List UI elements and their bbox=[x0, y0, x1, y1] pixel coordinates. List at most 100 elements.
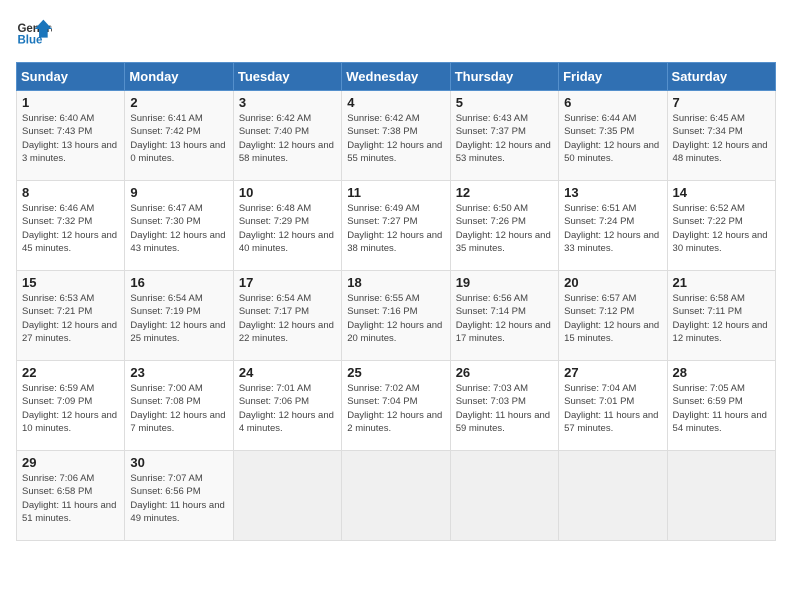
col-header-friday: Friday bbox=[559, 63, 667, 91]
calendar-cell: 11 Sunrise: 6:49 AM Sunset: 7:27 PM Dayl… bbox=[342, 181, 450, 271]
day-number: 8 bbox=[22, 185, 119, 200]
calendar-cell: 28 Sunrise: 7:05 AM Sunset: 6:59 PM Dayl… bbox=[667, 361, 775, 451]
day-number: 19 bbox=[456, 275, 553, 290]
day-info: Sunrise: 6:51 AM Sunset: 7:24 PM Dayligh… bbox=[564, 202, 661, 255]
day-number: 3 bbox=[239, 95, 336, 110]
day-number: 24 bbox=[239, 365, 336, 380]
day-info: Sunrise: 6:57 AM Sunset: 7:12 PM Dayligh… bbox=[564, 292, 661, 345]
day-number: 10 bbox=[239, 185, 336, 200]
col-header-thursday: Thursday bbox=[450, 63, 558, 91]
calendar-cell: 4 Sunrise: 6:42 AM Sunset: 7:38 PM Dayli… bbox=[342, 91, 450, 181]
calendar-week-3: 15 Sunrise: 6:53 AM Sunset: 7:21 PM Dayl… bbox=[17, 271, 776, 361]
col-header-monday: Monday bbox=[125, 63, 233, 91]
calendar-cell: 24 Sunrise: 7:01 AM Sunset: 7:06 PM Dayl… bbox=[233, 361, 341, 451]
calendar-cell: 25 Sunrise: 7:02 AM Sunset: 7:04 PM Dayl… bbox=[342, 361, 450, 451]
day-number: 18 bbox=[347, 275, 444, 290]
day-number: 11 bbox=[347, 185, 444, 200]
calendar-cell: 6 Sunrise: 6:44 AM Sunset: 7:35 PM Dayli… bbox=[559, 91, 667, 181]
col-header-saturday: Saturday bbox=[667, 63, 775, 91]
calendar-cell: 19 Sunrise: 6:56 AM Sunset: 7:14 PM Dayl… bbox=[450, 271, 558, 361]
day-number: 20 bbox=[564, 275, 661, 290]
calendar-cell: 10 Sunrise: 6:48 AM Sunset: 7:29 PM Dayl… bbox=[233, 181, 341, 271]
day-number: 9 bbox=[130, 185, 227, 200]
day-info: Sunrise: 7:00 AM Sunset: 7:08 PM Dayligh… bbox=[130, 382, 227, 435]
calendar-cell: 13 Sunrise: 6:51 AM Sunset: 7:24 PM Dayl… bbox=[559, 181, 667, 271]
calendar-cell bbox=[667, 451, 775, 541]
day-info: Sunrise: 6:43 AM Sunset: 7:37 PM Dayligh… bbox=[456, 112, 553, 165]
day-info: Sunrise: 6:47 AM Sunset: 7:30 PM Dayligh… bbox=[130, 202, 227, 255]
calendar-week-2: 8 Sunrise: 6:46 AM Sunset: 7:32 PM Dayli… bbox=[17, 181, 776, 271]
day-number: 25 bbox=[347, 365, 444, 380]
calendar-cell: 14 Sunrise: 6:52 AM Sunset: 7:22 PM Dayl… bbox=[667, 181, 775, 271]
day-info: Sunrise: 6:54 AM Sunset: 7:17 PM Dayligh… bbox=[239, 292, 336, 345]
day-info: Sunrise: 6:50 AM Sunset: 7:26 PM Dayligh… bbox=[456, 202, 553, 255]
calendar-cell: 9 Sunrise: 6:47 AM Sunset: 7:30 PM Dayli… bbox=[125, 181, 233, 271]
calendar-cell bbox=[342, 451, 450, 541]
day-number: 28 bbox=[673, 365, 770, 380]
day-info: Sunrise: 6:42 AM Sunset: 7:38 PM Dayligh… bbox=[347, 112, 444, 165]
calendar-cell: 5 Sunrise: 6:43 AM Sunset: 7:37 PM Dayli… bbox=[450, 91, 558, 181]
day-number: 2 bbox=[130, 95, 227, 110]
day-info: Sunrise: 6:46 AM Sunset: 7:32 PM Dayligh… bbox=[22, 202, 119, 255]
col-header-wednesday: Wednesday bbox=[342, 63, 450, 91]
day-number: 7 bbox=[673, 95, 770, 110]
day-info: Sunrise: 6:53 AM Sunset: 7:21 PM Dayligh… bbox=[22, 292, 119, 345]
day-number: 26 bbox=[456, 365, 553, 380]
day-info: Sunrise: 6:55 AM Sunset: 7:16 PM Dayligh… bbox=[347, 292, 444, 345]
logo: General Blue bbox=[16, 16, 52, 52]
day-number: 21 bbox=[673, 275, 770, 290]
calendar-cell: 27 Sunrise: 7:04 AM Sunset: 7:01 PM Dayl… bbox=[559, 361, 667, 451]
day-info: Sunrise: 6:56 AM Sunset: 7:14 PM Dayligh… bbox=[456, 292, 553, 345]
calendar-cell: 23 Sunrise: 7:00 AM Sunset: 7:08 PM Dayl… bbox=[125, 361, 233, 451]
calendar-cell bbox=[559, 451, 667, 541]
calendar-cell: 18 Sunrise: 6:55 AM Sunset: 7:16 PM Dayl… bbox=[342, 271, 450, 361]
day-info: Sunrise: 7:02 AM Sunset: 7:04 PM Dayligh… bbox=[347, 382, 444, 435]
day-info: Sunrise: 6:42 AM Sunset: 7:40 PM Dayligh… bbox=[239, 112, 336, 165]
day-number: 15 bbox=[22, 275, 119, 290]
col-header-sunday: Sunday bbox=[17, 63, 125, 91]
calendar-cell: 2 Sunrise: 6:41 AM Sunset: 7:42 PM Dayli… bbox=[125, 91, 233, 181]
day-number: 6 bbox=[564, 95, 661, 110]
day-number: 29 bbox=[22, 455, 119, 470]
day-info: Sunrise: 7:01 AM Sunset: 7:06 PM Dayligh… bbox=[239, 382, 336, 435]
day-number: 1 bbox=[22, 95, 119, 110]
day-info: Sunrise: 6:45 AM Sunset: 7:34 PM Dayligh… bbox=[673, 112, 770, 165]
calendar-table: SundayMondayTuesdayWednesdayThursdayFrid… bbox=[16, 62, 776, 541]
day-info: Sunrise: 7:04 AM Sunset: 7:01 PM Dayligh… bbox=[564, 382, 661, 435]
col-header-tuesday: Tuesday bbox=[233, 63, 341, 91]
day-number: 4 bbox=[347, 95, 444, 110]
calendar-cell: 12 Sunrise: 6:50 AM Sunset: 7:26 PM Dayl… bbox=[450, 181, 558, 271]
calendar-cell: 20 Sunrise: 6:57 AM Sunset: 7:12 PM Dayl… bbox=[559, 271, 667, 361]
day-number: 14 bbox=[673, 185, 770, 200]
calendar-week-5: 29 Sunrise: 7:06 AM Sunset: 6:58 PM Dayl… bbox=[17, 451, 776, 541]
page-header: General Blue bbox=[16, 16, 776, 52]
day-info: Sunrise: 6:41 AM Sunset: 7:42 PM Dayligh… bbox=[130, 112, 227, 165]
calendar-cell: 16 Sunrise: 6:54 AM Sunset: 7:19 PM Dayl… bbox=[125, 271, 233, 361]
calendar-week-1: 1 Sunrise: 6:40 AM Sunset: 7:43 PM Dayli… bbox=[17, 91, 776, 181]
calendar-cell: 30 Sunrise: 7:07 AM Sunset: 6:56 PM Dayl… bbox=[125, 451, 233, 541]
day-number: 16 bbox=[130, 275, 227, 290]
calendar-week-4: 22 Sunrise: 6:59 AM Sunset: 7:09 PM Dayl… bbox=[17, 361, 776, 451]
calendar-cell: 21 Sunrise: 6:58 AM Sunset: 7:11 PM Dayl… bbox=[667, 271, 775, 361]
calendar-cell: 17 Sunrise: 6:54 AM Sunset: 7:17 PM Dayl… bbox=[233, 271, 341, 361]
calendar-cell: 26 Sunrise: 7:03 AM Sunset: 7:03 PM Dayl… bbox=[450, 361, 558, 451]
calendar-cell: 1 Sunrise: 6:40 AM Sunset: 7:43 PM Dayli… bbox=[17, 91, 125, 181]
day-number: 30 bbox=[130, 455, 227, 470]
day-number: 13 bbox=[564, 185, 661, 200]
day-info: Sunrise: 6:52 AM Sunset: 7:22 PM Dayligh… bbox=[673, 202, 770, 255]
day-info: Sunrise: 6:54 AM Sunset: 7:19 PM Dayligh… bbox=[130, 292, 227, 345]
calendar-cell: 8 Sunrise: 6:46 AM Sunset: 7:32 PM Dayli… bbox=[17, 181, 125, 271]
day-info: Sunrise: 6:44 AM Sunset: 7:35 PM Dayligh… bbox=[564, 112, 661, 165]
logo-icon: General Blue bbox=[16, 16, 52, 52]
day-info: Sunrise: 6:40 AM Sunset: 7:43 PM Dayligh… bbox=[22, 112, 119, 165]
day-number: 17 bbox=[239, 275, 336, 290]
calendar-cell: 29 Sunrise: 7:06 AM Sunset: 6:58 PM Dayl… bbox=[17, 451, 125, 541]
calendar-cell bbox=[233, 451, 341, 541]
day-info: Sunrise: 7:05 AM Sunset: 6:59 PM Dayligh… bbox=[673, 382, 770, 435]
day-info: Sunrise: 6:49 AM Sunset: 7:27 PM Dayligh… bbox=[347, 202, 444, 255]
day-number: 12 bbox=[456, 185, 553, 200]
day-number: 27 bbox=[564, 365, 661, 380]
day-number: 22 bbox=[22, 365, 119, 380]
day-info: Sunrise: 6:59 AM Sunset: 7:09 PM Dayligh… bbox=[22, 382, 119, 435]
calendar-cell: 7 Sunrise: 6:45 AM Sunset: 7:34 PM Dayli… bbox=[667, 91, 775, 181]
